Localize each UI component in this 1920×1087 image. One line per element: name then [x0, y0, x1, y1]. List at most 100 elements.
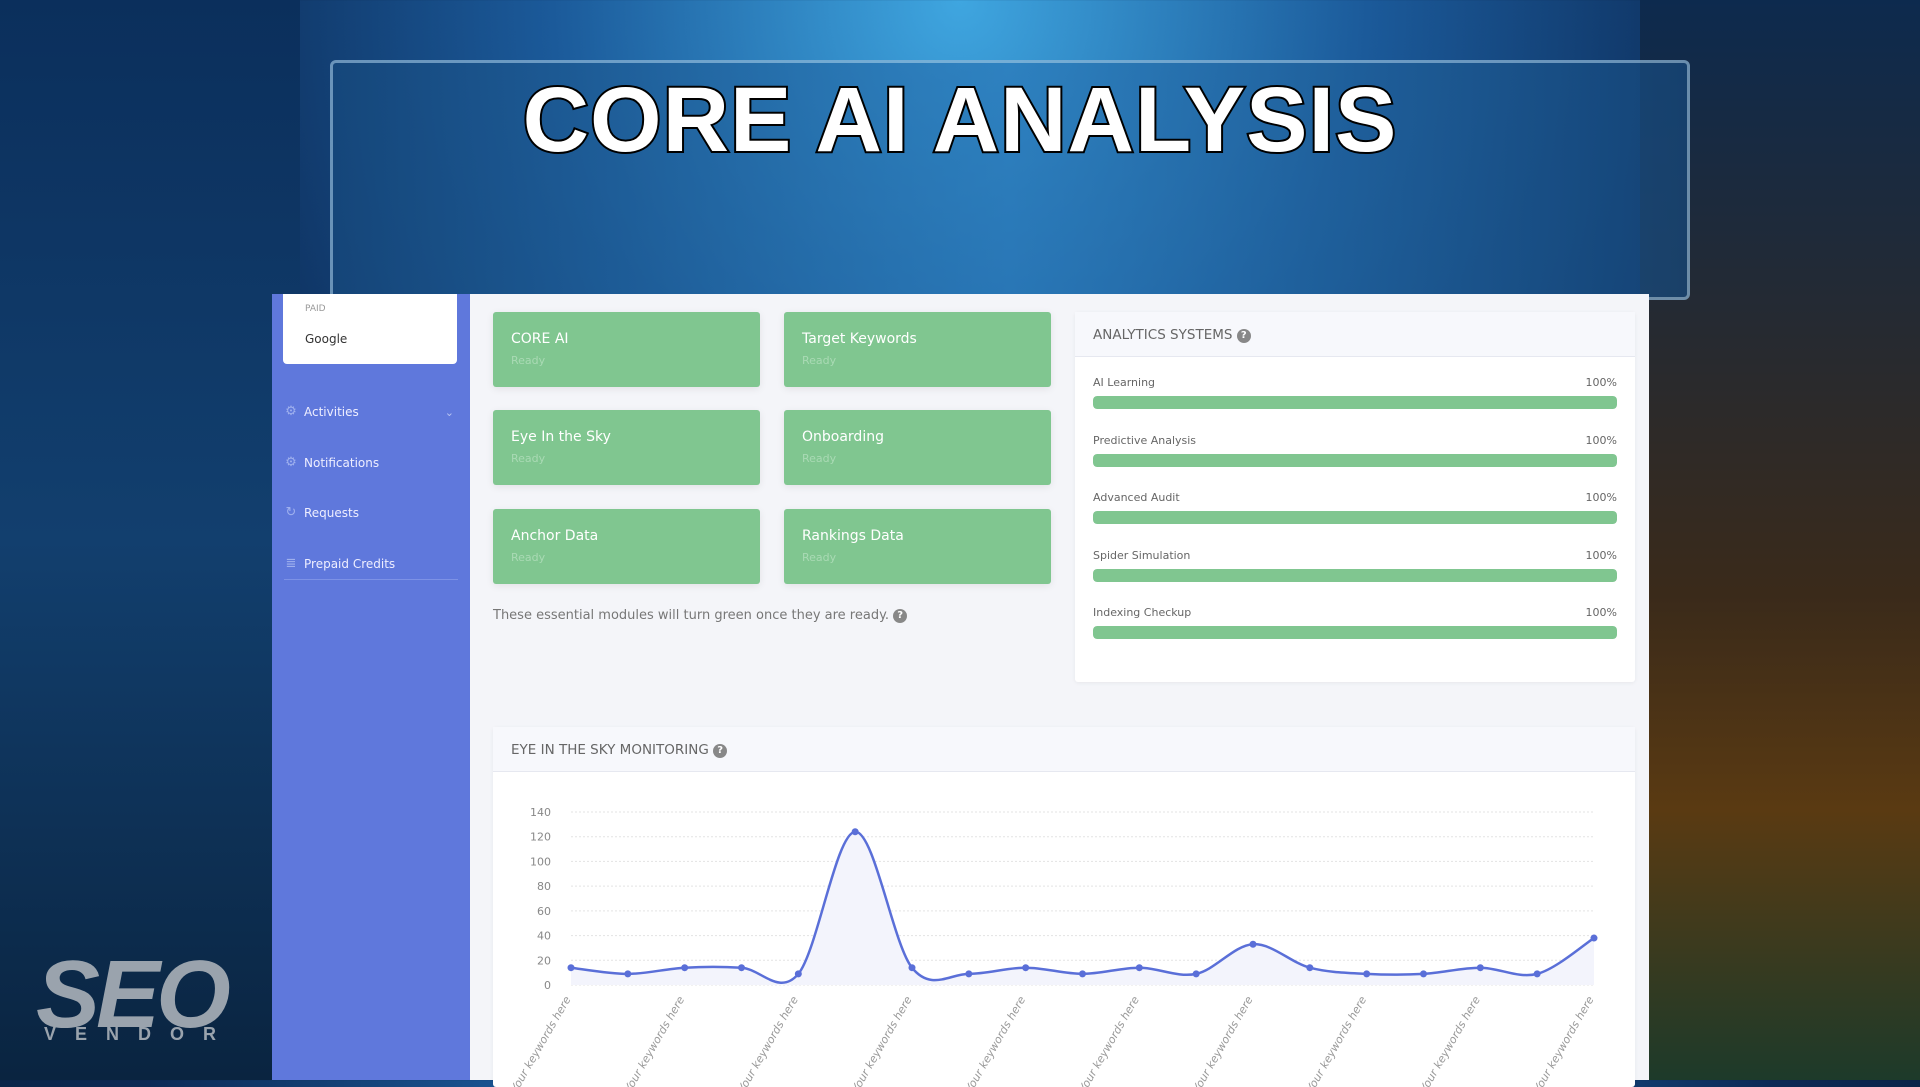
data-point [1533, 970, 1541, 978]
monitoring-chart: 0 20 40 60 80 100 120 140 Your keywords here Your… [508, 806, 1598, 1087]
module-card[interactable]: Rankings Data Ready [784, 509, 1051, 584]
analytics-systems-card: ANALYTICS SYSTEMS ? AI Learning 100% Pred… [1075, 312, 1635, 682]
progress-label: Advanced Audit [1093, 491, 1180, 504]
module-name: Anchor Data [511, 528, 599, 544]
module-card[interactable]: Eye In the Sky Ready [493, 410, 760, 485]
progress-bar [1093, 396, 1617, 409]
y-tick-label: 120 [530, 831, 551, 844]
account-value: Google [305, 332, 348, 346]
progress-bar [1093, 626, 1617, 639]
module-status: Ready [511, 354, 546, 367]
progress-row: Predictive Analysis 100% [1093, 434, 1617, 447]
progress-value: 100% [1585, 376, 1617, 389]
progress-bar [1093, 511, 1617, 524]
x-tick-label: Your keywords here [1190, 994, 1256, 1087]
x-tick-label: Your keywords here [735, 994, 801, 1087]
progress-row: Advanced Audit 100% [1093, 491, 1617, 504]
x-tick-label: Your keywords here [849, 994, 915, 1087]
module-status: Ready [802, 452, 837, 465]
x-tick-label: Your keywords here [1076, 994, 1142, 1087]
sidebar-item-label: Prepaid Credits [304, 557, 396, 571]
logo-sub: VENDOR [44, 1024, 236, 1044]
account-card[interactable]: PAID Google [283, 294, 457, 364]
modules-note: These essential modules will turn green … [493, 608, 908, 623]
sidebar-item-notifications[interactable]: ⚙ Notifications [284, 453, 460, 473]
progress-value: 100% [1585, 491, 1617, 504]
help-icon[interactable]: ? [1236, 329, 1251, 343]
sidebar-item-label: Notifications [304, 456, 380, 470]
data-point [1022, 964, 1030, 972]
progress-value: 100% [1585, 606, 1617, 619]
data-point [1079, 970, 1086, 978]
card-title: ANALYTICS SYSTEMS [1093, 327, 1233, 343]
progress-row: AI Learning 100% [1093, 376, 1617, 389]
module-card[interactable]: Anchor Data Ready [493, 509, 760, 584]
data-point [1192, 970, 1200, 978]
x-tick-label: Your keywords here [1531, 994, 1597, 1087]
progress-value: 100% [1585, 433, 1617, 447]
main-content: CORE AI Ready Target Keywords Ready Eye In… [470, 294, 1649, 1087]
data-point [1420, 970, 1427, 978]
help-icon[interactable]: ? [893, 609, 908, 623]
y-tick-label: 100 [530, 855, 551, 868]
module-name: Eye In the Sky [511, 429, 611, 445]
module-card[interactable]: CORE AI Ready [493, 312, 760, 387]
card-header: EYE IN THE SKY MONITORING ? [493, 727, 1635, 772]
module-card[interactable]: Target Keywords Ready [784, 312, 1051, 387]
progress-label: Spider Simulation [1093, 548, 1191, 562]
data-point [1249, 940, 1257, 948]
y-tick-label: 60 [537, 905, 551, 918]
sidebar-item-requests[interactable]: ↻ Requests [284, 503, 460, 523]
x-tick-label: Your keywords here [508, 994, 574, 1087]
data-point [738, 964, 745, 972]
data-point [624, 970, 632, 978]
progress-fill [1093, 396, 1617, 409]
data-point [794, 970, 802, 978]
area-fill [571, 831, 1594, 985]
progress-label: Indexing Checkup [1093, 606, 1192, 619]
note-text: These essential modules will turn green … [493, 608, 890, 623]
coins-icon: ≣ [285, 556, 297, 571]
account-label: PAID [305, 304, 326, 314]
y-tick-label: 20 [537, 954, 551, 967]
data-point [681, 964, 689, 972]
divider [284, 579, 458, 580]
module-card[interactable]: Onboarding Ready [784, 410, 1051, 485]
progress-label: Predictive Analysis [1093, 433, 1197, 447]
module-name: Onboarding [802, 429, 884, 445]
module-status: Ready [511, 452, 546, 465]
sidebar-item-activities[interactable]: ⚙ Activities ⌄ [284, 402, 460, 422]
progress-fill [1093, 453, 1617, 467]
data-point [1476, 964, 1484, 972]
sidebar-item-label: Activities [304, 405, 359, 419]
help-icon[interactable]: ? [713, 744, 728, 758]
progress-bar [1093, 568, 1617, 582]
data-point [1363, 970, 1371, 978]
y-tick-label: 80 [537, 880, 551, 893]
y-tick-label: 0 [544, 979, 551, 992]
module-status: Ready [511, 551, 546, 564]
module-name: Rankings Data [802, 528, 904, 544]
page-title: CORE AI ANALYSIS [521, 67, 1399, 173]
refresh-icon: ↻ [285, 505, 297, 520]
progress-value: 100% [1585, 548, 1617, 562]
x-tick-label: Your keywords here [1304, 994, 1370, 1087]
eye-in-the-sky-card: EYE IN THE SKY MONITORING ? 0 20 40 60 80 100… [493, 727, 1635, 1087]
progress-fill [1093, 511, 1617, 524]
card-header: ANALYTICS SYSTEMS ? [1075, 312, 1635, 357]
gear-icon: ⚙ [285, 404, 297, 419]
y-tick-label: 140 [530, 806, 551, 819]
progress-row: Spider Simulation 100% [1093, 549, 1617, 562]
data-point [965, 970, 973, 978]
progress-row: Indexing Checkup 100% [1093, 606, 1617, 619]
sidebar-item-prepaid-credits[interactable]: ≣ Prepaid Credits [284, 554, 460, 574]
progress-fill [1093, 626, 1617, 639]
sidebar-item-label: Requests [304, 506, 359, 520]
module-status: Ready [802, 551, 837, 564]
x-tick-label: Your keywords here [1417, 994, 1483, 1087]
x-tick-label: Your keywords here [963, 994, 1029, 1087]
module-name: Target Keywords [802, 331, 917, 347]
module-name: CORE AI [511, 331, 569, 347]
chevron-down-icon: ⌄ [444, 405, 454, 419]
sidebar: PAID Google ⚙ Activities ⌄ ⚙ Notifications … [272, 294, 470, 1080]
